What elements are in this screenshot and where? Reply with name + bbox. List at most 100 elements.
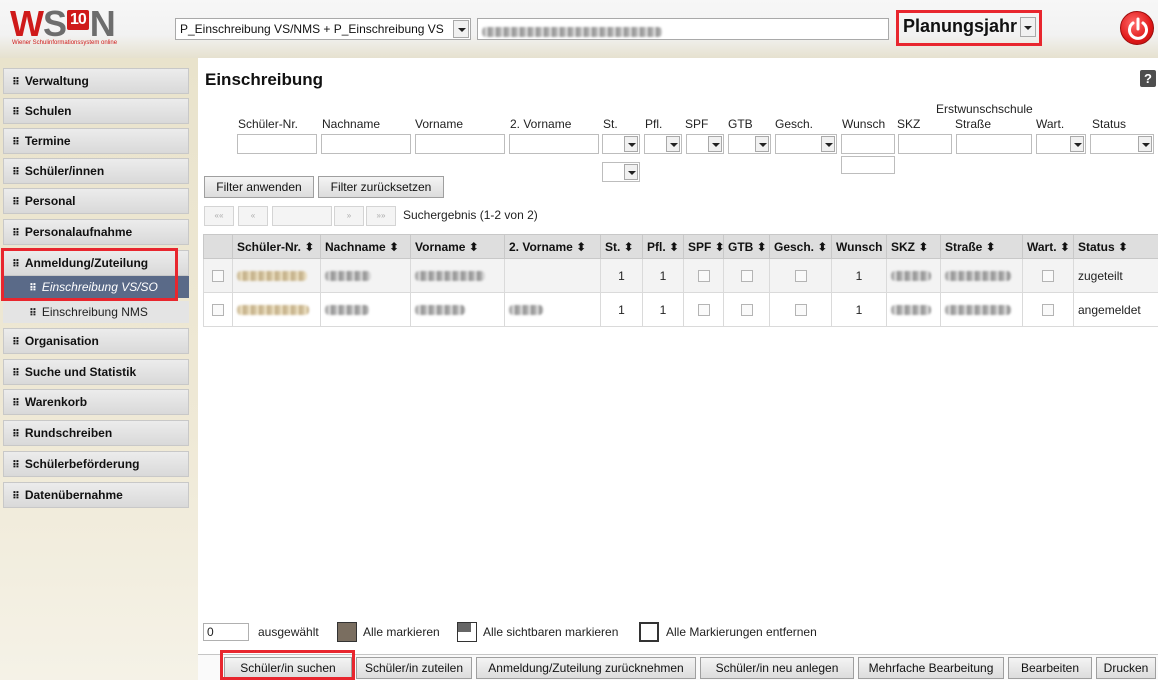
header-bar: WS 10 N Wiener Schulinformationssystem onl… bbox=[0, 0, 1158, 58]
filter-input-vorname[interactable] bbox=[415, 134, 505, 154]
mark-visible-icon[interactable] bbox=[457, 622, 477, 642]
filter-input-schueler-nr[interactable] bbox=[237, 134, 317, 154]
cell-wart bbox=[1022, 258, 1074, 293]
logout-button[interactable] bbox=[1120, 11, 1154, 45]
table-header-schueler-nr[interactable]: Schüler-Nr. ⬍ bbox=[232, 234, 321, 259]
filter-input-skz[interactable] bbox=[898, 134, 952, 154]
filter-select-status[interactable] bbox=[1090, 134, 1154, 154]
sidebar-item-personalaufnahme[interactable]: ⠿ Personalaufnahme bbox=[3, 219, 189, 245]
filter-select-wart[interactable] bbox=[1036, 134, 1086, 154]
school-code-field[interactable] bbox=[477, 18, 889, 40]
chevron-down-icon[interactable] bbox=[453, 20, 469, 38]
bullet-icon: ⠿ bbox=[29, 308, 37, 319]
bullet-icon: ⠿ bbox=[12, 398, 20, 409]
filter-select-spf[interactable] bbox=[686, 134, 724, 154]
table-header-status[interactable]: Status ⬍ bbox=[1073, 234, 1158, 259]
chevron-down-icon bbox=[624, 136, 638, 152]
row-select-cell[interactable] bbox=[203, 258, 233, 293]
pager-page-field[interactable] bbox=[272, 206, 332, 226]
edit-button[interactable]: Bearbeiten bbox=[1008, 657, 1092, 679]
filter-input-nachname[interactable] bbox=[321, 134, 411, 154]
filter-label-spf: SPF bbox=[685, 117, 709, 131]
filter-apply-button[interactable]: Filter anwenden bbox=[204, 176, 314, 198]
filter-select-st[interactable] bbox=[602, 134, 640, 154]
filter-input-wunsch[interactable] bbox=[841, 134, 895, 154]
row-select-cell[interactable] bbox=[203, 292, 233, 327]
table-header-strasse[interactable]: Straße ⬍ bbox=[940, 234, 1023, 259]
print-button[interactable]: Drucken bbox=[1096, 657, 1156, 679]
table-header-spf[interactable]: SPF ⬍ bbox=[683, 234, 724, 259]
mark-none-link[interactable]: Alle Markierungen entfernen bbox=[666, 625, 817, 639]
table-row[interactable]: 1 1 1 angemeldet bbox=[203, 292, 1158, 327]
sidebar-item-personal[interactable]: ⠿ Personal bbox=[3, 188, 189, 214]
sidebar-item-suche[interactable]: ⠿ Suche und Statistik bbox=[3, 359, 189, 385]
mark-all-link[interactable]: Alle markieren bbox=[363, 625, 440, 639]
table-header-skz[interactable]: SKZ ⬍ bbox=[886, 234, 941, 259]
filter-select-pfl[interactable] bbox=[644, 134, 682, 154]
revoke-registration-button[interactable]: Anmeldung/Zuteilung zurücknehmen bbox=[476, 657, 696, 679]
table-row[interactable]: 1 1 1 zugeteilt bbox=[203, 258, 1158, 293]
table-header-gtb[interactable]: GTB ⬍ bbox=[723, 234, 770, 259]
pager-last-button[interactable]: »» bbox=[366, 206, 396, 226]
filter-label-vorname: Vorname bbox=[415, 117, 464, 131]
filter-input-vorname2[interactable] bbox=[509, 134, 599, 154]
mark-visible-link[interactable]: Alle sichtbaren markieren bbox=[483, 625, 618, 639]
chevron-down-icon bbox=[755, 136, 769, 152]
search-annotation-highlight bbox=[220, 650, 355, 680]
filter-label-vorname2: 2. Vorname bbox=[510, 117, 572, 131]
sidebar-item-rundschreiben[interactable]: ⠿ Rundschreiben bbox=[3, 420, 189, 446]
table-header-pfl[interactable]: Pfl. ⬍ bbox=[642, 234, 684, 259]
bulk-edit-button[interactable]: Mehrfache Bearbeitung bbox=[858, 657, 1004, 679]
row-checkbox[interactable] bbox=[212, 304, 224, 317]
sidebar-subitem-einschreibung-nms[interactable]: ⠿ Einschreibung NMS bbox=[3, 301, 189, 323]
row-checkbox[interactable] bbox=[212, 270, 224, 283]
school-select-value: P_Einschreibung VS/NMS + P_Einschreibung… bbox=[180, 22, 444, 36]
sidebar-item-verwaltung[interactable]: ⠿ Verwaltung bbox=[3, 68, 189, 94]
sidebar: ⠿ Verwaltung ⠿ Schulen ⠿ Termine ⠿ Schüler/i… bbox=[0, 58, 198, 680]
table-header-gesch[interactable]: Gesch. ⬍ bbox=[769, 234, 832, 259]
table-header-wunsch[interactable]: Wunsch bbox=[831, 234, 887, 259]
new-student-button[interactable]: Schüler/in neu anlegen bbox=[700, 657, 854, 679]
pager-first-button[interactable]: «« bbox=[204, 206, 234, 226]
redacted-text bbox=[415, 305, 465, 316]
filter-select-st-2[interactable] bbox=[602, 162, 640, 182]
sidebar-item-termine[interactable]: ⠿ Termine bbox=[3, 128, 189, 154]
table-header-vorname2[interactable]: 2. Vorname ⬍ bbox=[504, 234, 601, 259]
cell-gesch bbox=[769, 292, 832, 327]
redacted-text bbox=[325, 305, 369, 316]
planungsjahr-dropdown[interactable] bbox=[1020, 17, 1036, 37]
sidebar-item-schueler[interactable]: ⠿ Schüler/innen bbox=[3, 158, 189, 184]
table-header-nachname[interactable]: Nachname ⬍ bbox=[320, 234, 411, 259]
sidebar-item-organisation[interactable]: ⠿ Organisation bbox=[3, 328, 189, 354]
cell-spf bbox=[683, 292, 724, 327]
app-logo[interactable]: WS 10 N Wiener Schulinformationssystem onl… bbox=[8, 4, 158, 50]
assign-student-button[interactable]: Schüler/in zuteilen bbox=[356, 657, 472, 679]
bullet-icon: ⠿ bbox=[12, 228, 20, 239]
table-header-wart[interactable]: Wart. ⬍ bbox=[1022, 234, 1074, 259]
filter-select-gesch[interactable] bbox=[775, 134, 837, 154]
pager-prev-button[interactable]: « bbox=[238, 206, 268, 226]
filter-group-label: Erstwunschschule bbox=[936, 102, 1033, 116]
pager-next-button[interactable]: » bbox=[334, 206, 364, 226]
redacted-text bbox=[945, 305, 1011, 316]
redacted-text bbox=[891, 271, 931, 282]
table-header-vorname[interactable]: Vorname ⬍ bbox=[410, 234, 505, 259]
sidebar-item-warenkorb[interactable]: ⠿ Warenkorb bbox=[3, 389, 189, 415]
help-icon[interactable]: ? bbox=[1140, 70, 1156, 87]
sidebar-item-schulen[interactable]: ⠿ Schulen bbox=[3, 98, 189, 124]
table-header-st[interactable]: St. ⬍ bbox=[600, 234, 643, 259]
chevron-down-icon bbox=[666, 136, 680, 152]
filter-select-gtb[interactable] bbox=[728, 134, 771, 154]
spf-checkbox bbox=[697, 304, 710, 317]
logo-mark: WS 10 N bbox=[10, 3, 116, 44]
mark-none-icon[interactable] bbox=[639, 622, 659, 642]
school-select[interactable]: P_Einschreibung VS/NMS + P_Einschreibung… bbox=[175, 18, 471, 40]
filter-input-wunsch-2[interactable] bbox=[841, 156, 895, 174]
sidebar-item-datenuebernahme[interactable]: ⠿ Datenübernahme bbox=[3, 482, 189, 508]
sidebar-item-schuelerbefoerderung[interactable]: ⠿ Schülerbeförderung bbox=[3, 451, 189, 477]
mark-all-icon[interactable] bbox=[337, 622, 357, 642]
chevron-down-icon bbox=[1070, 136, 1084, 152]
cell-gtb bbox=[723, 292, 770, 327]
filter-input-strasse[interactable] bbox=[956, 134, 1032, 154]
filter-reset-button[interactable]: Filter zurücksetzen bbox=[318, 176, 444, 198]
